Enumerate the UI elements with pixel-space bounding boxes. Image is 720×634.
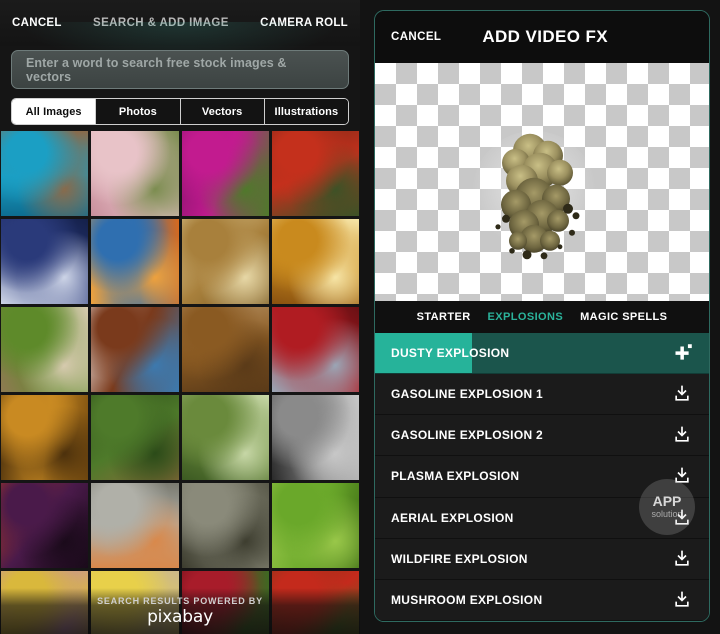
- magenta-dahlia-flower: [181, 131, 269, 216]
- man-portrait-bw: [271, 395, 359, 480]
- fx-item-label: MUSHROOM EXPLOSION: [391, 592, 543, 607]
- pixabay-logo: pixabay: [147, 606, 213, 627]
- pink-rose-blossom: [91, 131, 179, 216]
- fx-list-item[interactable]: DUSTY EXPLOSION: [375, 333, 709, 375]
- grid-item[interactable]: [271, 219, 359, 304]
- grid-item[interactable]: [1, 395, 89, 480]
- search-input-placeholder: Enter a word to search free stock images…: [26, 55, 287, 84]
- powered-by-label: SEARCH RESULTS POWERED BY: [97, 595, 263, 606]
- seeded-bread-loaf: [181, 219, 269, 304]
- grid-item[interactable]: [271, 307, 359, 392]
- tab-vectors[interactable]: Vectors: [180, 99, 265, 124]
- fx-item-label: WILDFIRE EXPLOSION: [391, 551, 528, 566]
- download-icon[interactable]: [671, 548, 693, 570]
- grid-item[interactable]: [91, 219, 179, 304]
- fx-list-item[interactable]: AERIAL EXPLOSION: [375, 497, 709, 539]
- tab-magic-spells[interactable]: MAGIC SPELLS: [580, 311, 667, 323]
- teddy-bear-in-suitcase: [181, 307, 269, 392]
- download-icon[interactable]: [671, 507, 693, 529]
- fx-item-label: AERIAL EXPLOSION: [391, 510, 514, 525]
- jefferson-memorial-night: [1, 219, 89, 304]
- add-icon[interactable]: [671, 342, 693, 364]
- fx-item-label: GASOLINE EXPLOSION 1: [391, 387, 544, 402]
- tab-explosions[interactable]: EXPLOSIONS: [488, 311, 564, 323]
- grid-item[interactable]: [1, 219, 89, 304]
- camera-roll-button[interactable]: CAMERA ROLL: [260, 17, 348, 29]
- fx-effect-list: DUSTY EXPLOSION GASOLINE EXPLOSION 1 GASOL…: [375, 333, 709, 621]
- golden-sun-clouds: [271, 219, 359, 304]
- fx-list-item[interactable]: GASOLINE EXPLOSION 1: [375, 374, 709, 416]
- grid-item[interactable]: [181, 307, 269, 392]
- grid-item[interactable]: [271, 483, 359, 568]
- tab-all-images[interactable]: All Images: [12, 99, 97, 124]
- grid-item[interactable]: [91, 395, 179, 480]
- grid-item[interactable]: [271, 395, 359, 480]
- download-icon[interactable]: [671, 589, 693, 611]
- grid-item[interactable]: [91, 131, 179, 216]
- search-input[interactable]: Enter a word to search free stock images…: [11, 50, 349, 89]
- golden-grass-silhouette: [1, 395, 89, 480]
- fx-list-item[interactable]: GASOLINE EXPLOSION 2: [375, 415, 709, 457]
- bavarian-beer-card: [91, 307, 179, 392]
- fx-preview-area[interactable]: [375, 63, 709, 301]
- cancel-button[interactable]: CANCEL: [12, 17, 62, 29]
- grid-item[interactable]: [271, 131, 359, 216]
- grid-item[interactable]: [181, 395, 269, 480]
- red-sunset-clouds: [1, 483, 89, 568]
- video-fx-header: CANCEL ADD VIDEO FX: [375, 11, 709, 63]
- fx-list-item[interactable]: WILDFIRE EXPLOSION: [375, 538, 709, 580]
- grid-item[interactable]: [181, 131, 269, 216]
- fx-item-label: GASOLINE EXPLOSION 2: [391, 428, 544, 443]
- left-panel-header: CANCEL SEARCH & ADD IMAGE CAMERA ROLL: [0, 0, 360, 72]
- spider-on-web: [181, 395, 269, 480]
- page-title: SEARCH & ADD IMAGE: [93, 17, 229, 29]
- grid-item[interactable]: [1, 131, 89, 216]
- video-fx-panel-outer: CANCEL ADD VIDEO FX STARTER EXPLOSIONS M…: [360, 0, 720, 634]
- grid-item[interactable]: [91, 483, 179, 568]
- search-field-container: Enter a word to search free stock images…: [0, 46, 360, 89]
- fx-item-label: PLASMA EXPLOSION: [391, 469, 520, 484]
- add-video-fx-panel: CANCEL ADD VIDEO FX STARTER EXPLOSIONS M…: [374, 10, 710, 622]
- bicycle-against-wall: [181, 483, 269, 568]
- fx-page-title: ADD VIDEO FX: [482, 27, 609, 46]
- grid-item[interactable]: [91, 307, 179, 392]
- tab-starter[interactable]: STARTER: [417, 311, 471, 323]
- fx-list-item[interactable]: PLASMA EXPLOSION: [375, 456, 709, 498]
- deer-water-reflection: [91, 395, 179, 480]
- search-add-image-panel: CANCEL SEARCH & ADD IMAGE CAMERA ROLL En…: [0, 0, 360, 634]
- goose-head-closeup: [91, 483, 179, 568]
- sunset-over-field: [91, 219, 179, 304]
- turquoise-door-latch: [1, 131, 89, 216]
- grid-item[interactable]: [181, 483, 269, 568]
- tab-illustrations[interactable]: Illustrations: [264, 99, 348, 124]
- download-icon[interactable]: [671, 424, 693, 446]
- attribution-bar: SEARCH RESULTS POWERED BY pixabay: [0, 588, 360, 634]
- fx-cancel-button[interactable]: CANCEL: [391, 31, 441, 43]
- stock-image-grid: [0, 131, 360, 634]
- grid-item[interactable]: [1, 483, 89, 568]
- fx-list-item[interactable]: MUSHROOM EXPLOSION: [375, 579, 709, 621]
- teddy-bears-on-grass: [1, 307, 89, 392]
- grid-item[interactable]: [1, 307, 89, 392]
- image-type-filter-tabs[interactable]: All Images Photos Vectors Illustrations: [11, 98, 349, 125]
- fx-item-label: DUSTY EXPLOSION: [391, 346, 510, 361]
- scarlet-ibis-bird: [271, 131, 359, 216]
- download-icon[interactable]: [671, 465, 693, 487]
- grid-item[interactable]: [181, 219, 269, 304]
- fx-category-tabs[interactable]: STARTER EXPLOSIONS MAGIC SPELLS: [375, 301, 709, 333]
- app-root: CANCEL SEARCH & ADD IMAGE CAMERA ROLL En…: [0, 0, 720, 634]
- dusty-explosion-icon: [472, 130, 596, 260]
- download-icon[interactable]: [671, 383, 693, 405]
- green-caterpillar-leaf: [271, 483, 359, 568]
- red-candy-apples: [271, 307, 359, 392]
- tab-photos[interactable]: Photos: [96, 99, 181, 124]
